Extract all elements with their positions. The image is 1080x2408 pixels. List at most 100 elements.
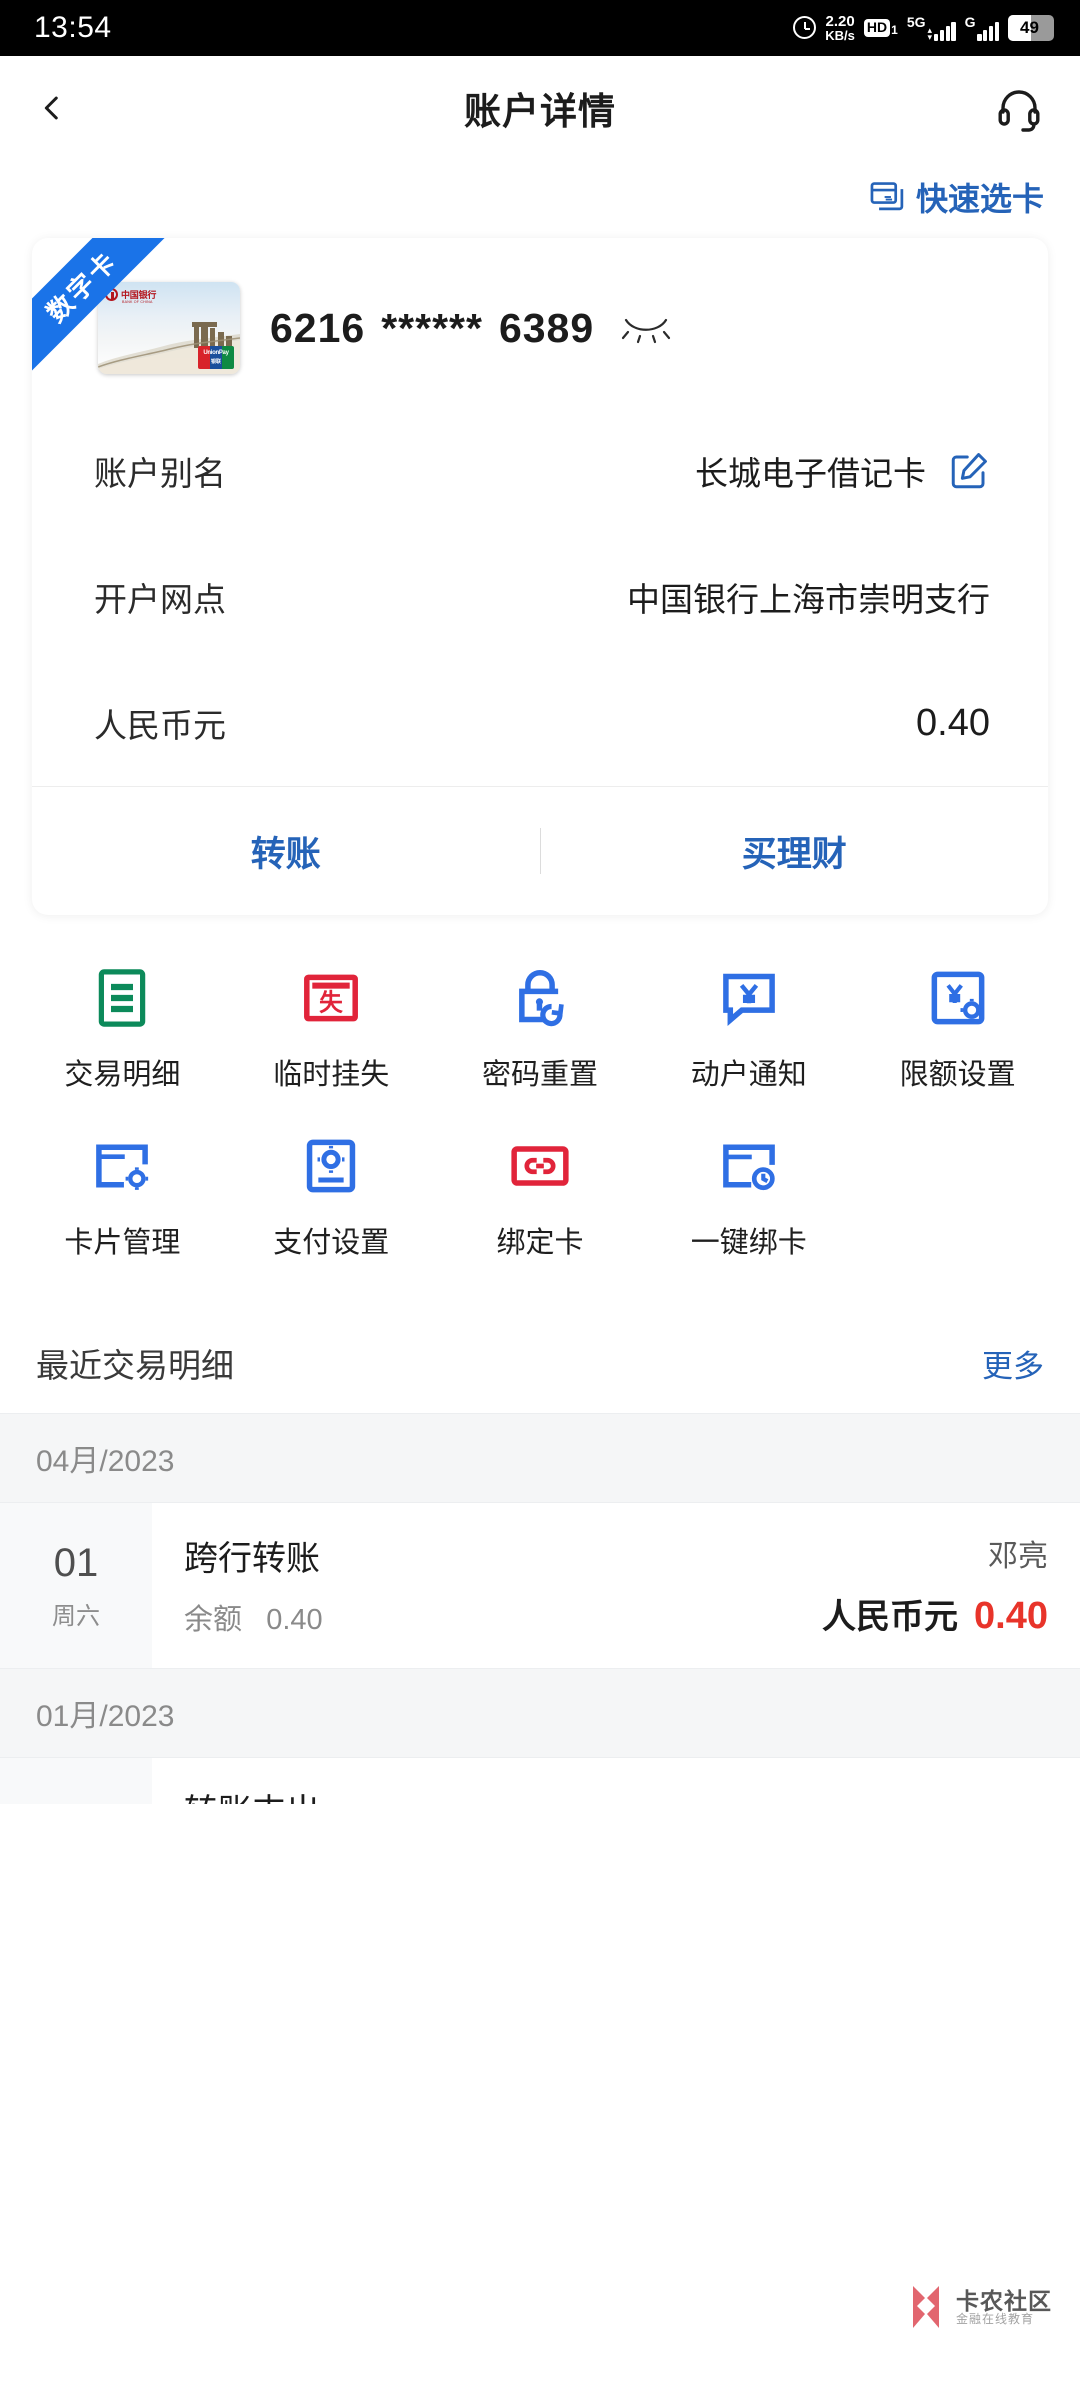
function-card-management[interactable]: 卡片管理 [18, 1127, 227, 1261]
transaction-balance-value: 0.40 [266, 1604, 323, 1636]
watermark-line1: 卡农社区 [956, 2287, 1052, 2314]
battery-icon: 49 [1008, 14, 1054, 41]
watermark-logo-icon [913, 2286, 939, 2328]
network-speed-indicator: 2.20 KB/s [825, 12, 855, 44]
edit-alias-button[interactable] [948, 450, 990, 492]
function-grid-spacer [853, 1127, 1062, 1261]
transaction-right: 邓亮 人民币元 0.40 [822, 1531, 1048, 1638]
account-balance-value: 0.40 [916, 701, 990, 744]
unionpay-logo-icon: UnionPay 银联 [198, 346, 234, 369]
function-account-movement-notice[interactable]: 动户通知 [644, 959, 853, 1093]
card-number-prefix: 6216 [270, 304, 366, 351]
transaction-counterparty: 邓亮 [988, 1540, 1048, 1573]
table-row[interactable]: 01 周六 跨行转账 余额 0.40 邓亮 人民币元 0.40 [0, 1503, 1080, 1668]
card-header-row: 中国银行 BANK OF CHINA UnionPay 银联 6216 ****… [32, 238, 1048, 408]
card-clock-icon [722, 1144, 775, 1191]
quick-select-card-button[interactable]: 快速选卡 [868, 174, 1044, 220]
transaction-date: 01 周六 [0, 1503, 152, 1668]
account-alias-row[interactable]: 账户别名 长城电子借记卡 [32, 408, 1048, 534]
boc-logo-icon: 中国银行 BANK OF CHINA [105, 288, 156, 304]
watermark: 卡农社区 金融在线教育 [905, 2284, 1052, 2330]
card-thumbnail: 中国银行 BANK OF CHINA UnionPay 银联 [98, 282, 240, 374]
toggle-card-number-visibility-button[interactable] [618, 308, 674, 348]
sim2-network-label: G [964, 13, 976, 30]
pay-settings-icon-wrap [298, 1127, 364, 1199]
watermark-text: 卡农社区 金融在线教育 [956, 2287, 1052, 2326]
account-alias-value: 长城电子借记卡 [695, 455, 926, 492]
recent-transactions-more-button[interactable]: 更多 [982, 1341, 1044, 1386]
eye-closed-icon [622, 318, 671, 344]
transaction-weekday: 周六 [52, 1602, 100, 1630]
transaction-amount: 0.40 [974, 1595, 1048, 1637]
yuan-gear-icon-wrap [925, 959, 991, 1031]
page-title: 账户详情 [464, 91, 616, 132]
sim1-bars-icon [934, 21, 956, 41]
recent-transactions-header: 最近交易明细 更多 [0, 1305, 1080, 1413]
account-balance-row: 人民币元 0.40 [32, 660, 1048, 786]
account-card-panel: 数字卡 中国银行 BANK OF CHINA UnionPay 银联 6216 … [32, 238, 1048, 915]
function-bind-card[interactable]: 绑定卡 [436, 1127, 645, 1261]
headset-icon [998, 90, 1040, 132]
transaction-left: 跨行转账 余额 0.40 [184, 1531, 323, 1638]
yuan-notice-icon-wrap [716, 959, 782, 1031]
function-transaction-details[interactable]: 交易明细 [18, 959, 227, 1093]
account-alias-value-group: 长城电子借记卡 [695, 447, 990, 495]
data-arrows-icon: ▴ ▾ [927, 24, 933, 42]
transaction-currency: 人民币元 [822, 1598, 959, 1636]
lock-reset-icon [519, 969, 564, 1027]
network-speed-value: 2.20 [825, 12, 855, 30]
sim1-signal: 5G ▴ ▾ [907, 15, 956, 41]
bind-card-icon-wrap [507, 1127, 573, 1199]
function-label: 支付设置 [273, 1227, 390, 1259]
customer-service-button[interactable] [988, 77, 1050, 139]
function-label: 一键绑卡 [690, 1227, 807, 1259]
function-label: 动户通知 [690, 1059, 807, 1091]
function-password-reset[interactable]: 密码重置 [436, 959, 645, 1093]
back-button[interactable] [22, 78, 82, 138]
account-alias-label: 账户别名 [94, 455, 226, 492]
function-one-click-bind-card[interactable]: 一键绑卡 [644, 1127, 853, 1261]
yuan-gear-icon [931, 971, 984, 1025]
function-payment-settings[interactable]: 支付设置 [227, 1127, 436, 1261]
yuan-notice-icon [722, 973, 775, 1026]
transaction-month-header: 01月/2023 [0, 1668, 1080, 1758]
network-speed-unit: KB/s [825, 28, 855, 44]
card-stack-icon [870, 182, 904, 211]
bind-card-icon [511, 1146, 569, 1186]
sim1-network-label: 5G [906, 13, 926, 30]
sim2-bars-icon [977, 21, 999, 41]
document-list-icon-wrap [89, 959, 155, 1031]
card-lost-icon: 失 [304, 974, 359, 1022]
lock-reset-icon-wrap [507, 959, 573, 1031]
pay-settings-icon [306, 1139, 356, 1193]
status-bar: 13:54 2.20 KB/s HD 1 5G ▴ ▾ G 49 [0, 0, 1080, 56]
card-number-mask: ****** [381, 304, 483, 351]
quick-select-row: 快速选卡 [0, 160, 1080, 230]
function-limit-settings[interactable]: 限额设置 [853, 959, 1062, 1093]
transfer-button[interactable]: 转账 [32, 826, 540, 877]
function-grid-row-2: 卡片管理 支付设置 绑定卡 一键绑卡 [18, 1127, 1062, 1261]
account-branch-label: 开户网点 [94, 581, 226, 618]
alarm-icon [793, 16, 817, 40]
card-actions: 转账 买理财 [32, 787, 1048, 915]
account-branch-value: 中国银行上海市崇明支行 [627, 581, 990, 618]
chevron-left-icon [44, 96, 58, 120]
card-lost-icon-wrap: 失 [298, 959, 364, 1031]
card-number-suffix: 6389 [498, 304, 595, 351]
account-branch-row: 开户网点 中国银行上海市崇明支行 [32, 534, 1048, 660]
function-label: 卡片管理 [64, 1227, 181, 1259]
table-row[interactable]: 转账支出 [0, 1758, 1080, 1804]
hd-icon: HD 1 [863, 19, 898, 37]
recent-transactions-title: 最近交易明细 [36, 1347, 234, 1384]
transaction-title: 跨行转账 [184, 1540, 320, 1578]
buy-wealth-button[interactable]: 买理财 [541, 826, 1049, 877]
transaction-day: 01 [53, 1540, 99, 1585]
document-list-icon [99, 969, 146, 1027]
status-icons: 2.20 KB/s HD 1 5G ▴ ▾ G 49 [793, 12, 1054, 44]
transaction-body: 跨行转账 余额 0.40 邓亮 人民币元 0.40 [152, 1503, 1080, 1668]
function-grid-row-1: 交易明细 失 临时挂失 密码重置 动户通知 限额设置 [18, 959, 1062, 1093]
function-temporary-loss-report[interactable]: 失 临时挂失 [227, 959, 436, 1093]
card-gear-icon-wrap [89, 1127, 155, 1199]
function-label: 限额设置 [899, 1059, 1016, 1091]
function-label: 密码重置 [481, 1059, 598, 1091]
